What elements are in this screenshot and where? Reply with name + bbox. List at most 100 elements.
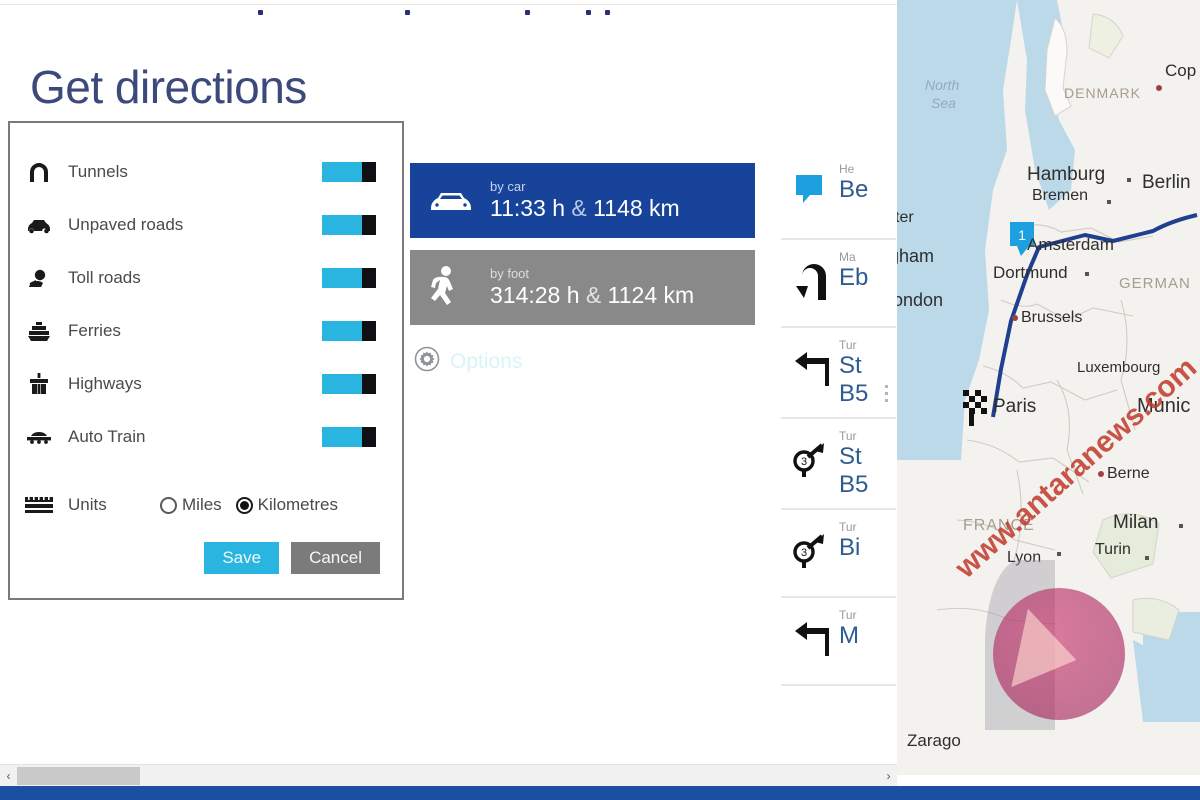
direction-street-secondary: B5 — [839, 470, 869, 498]
svg-text:Milan: Milan — [1113, 512, 1158, 533]
toggle-knob — [362, 426, 376, 447]
toggle-knob — [362, 373, 376, 394]
turn-left-icon — [781, 336, 839, 388]
clipped-dot — [525, 10, 530, 15]
svg-text:Paris: Paris — [993, 396, 1036, 417]
units-label: Units — [68, 495, 107, 514]
direction-street: M — [839, 622, 859, 650]
radio-label: Miles — [182, 495, 222, 514]
options-link[interactable]: Options — [414, 346, 522, 377]
direction-item[interactable]: He Be — [781, 152, 896, 240]
scrollbar-track[interactable] — [17, 765, 880, 787]
dialog-actions: Save Cancel — [204, 542, 380, 574]
svg-text:1: 1 — [1018, 227, 1026, 243]
radio-label: Kilometres — [257, 495, 338, 514]
save-button[interactable]: Save — [204, 542, 280, 574]
svg-text:Berlin: Berlin — [1142, 172, 1191, 193]
svg-text:Brussels: Brussels — [1021, 309, 1082, 326]
option-row-unpaved-roads[interactable]: Unpaved roads — [10, 198, 402, 251]
direction-kind: Ma — [839, 250, 856, 264]
travel-mode-separator: & — [585, 282, 602, 308]
svg-text:North: North — [925, 77, 959, 93]
toggle-unpaved-roads[interactable] — [322, 214, 376, 235]
scroll-right-arrow[interactable]: › — [880, 765, 897, 787]
direction-kind: Tur — [839, 429, 857, 444]
direction-kind: Tur — [839, 520, 857, 535]
svg-text:Lyon: Lyon — [1007, 549, 1041, 566]
svg-text:ondon: ondon — [897, 290, 943, 310]
travel-mode-name: by foot — [490, 266, 530, 281]
toggle-knob — [362, 267, 376, 288]
svg-text:GERMAN: GERMAN — [1119, 275, 1191, 292]
option-row-auto-train[interactable]: Auto Train — [10, 410, 402, 463]
svg-text:Cop: Cop — [1165, 61, 1196, 80]
radio-kilometres[interactable]: Kilometres — [235, 495, 338, 515]
svg-text:Amsterdam: Amsterdam — [1027, 235, 1114, 254]
clipped-dot — [586, 10, 591, 15]
svg-text:gham: gham — [897, 246, 934, 266]
app-window: Get directions Tunnels Unpaved roads Tol… — [0, 0, 1200, 800]
units-radio-group: Miles Kilometres — [160, 495, 338, 515]
travel-mode-foot[interactable]: by foot 314:28 h & 1124 km — [410, 250, 755, 325]
direction-street: Eb — [839, 264, 869, 291]
directions-list[interactable]: He Be Ma Eb Tur St B5 3 Tur St B5 3 Tur … — [781, 152, 896, 687]
car-icon — [10, 216, 68, 234]
toggle-knob — [362, 161, 376, 182]
travel-mode-car[interactable]: by car 11:33 h & 1148 km — [410, 163, 755, 238]
scrollbar-thumb[interactable] — [17, 766, 140, 785]
direction-street: St — [839, 352, 862, 379]
direction-text: Tur M — [839, 606, 859, 650]
car-icon — [428, 188, 490, 214]
radio-circle-selected — [235, 496, 253, 514]
toggle-toll-roads[interactable] — [322, 267, 376, 288]
direction-text: Tur St B5 — [839, 427, 868, 498]
direction-text: Tur Bi — [839, 518, 860, 562]
option-row-ferries[interactable]: Ferries — [10, 304, 402, 357]
ferry-icon — [10, 320, 68, 342]
direction-text: Tur St B5 — [839, 336, 868, 407]
travel-mode-separator: & — [571, 195, 587, 221]
direction-item[interactable]: 3 Tur Bi — [781, 510, 896, 599]
svg-text:Hamburg: Hamburg — [1027, 164, 1105, 185]
travel-mode-text: by car 11:33 h & 1148 km — [490, 179, 680, 222]
svg-text:DENMARK: DENMARK — [1064, 85, 1141, 101]
svg-text:Berne: Berne — [1107, 465, 1150, 482]
svg-text:Zarago: Zarago — [907, 731, 961, 750]
toggle-highways[interactable] — [322, 373, 376, 394]
map-canvas[interactable]: 1 North Sea DENMARK Cop Hamburg Bremen B… — [897, 0, 1200, 775]
cancel-button[interactable]: Cancel — [291, 542, 380, 574]
svg-text:Sea: Sea — [931, 95, 956, 111]
travel-mode-name: by car — [490, 179, 526, 194]
toll-icon — [10, 268, 68, 288]
scroll-left-arrow[interactable]: ‹ — [0, 765, 17, 787]
toggle-ferries[interactable] — [322, 320, 376, 341]
direction-item[interactable]: 3 Tur St B5 — [781, 419, 896, 511]
option-row-highways[interactable]: Highways — [10, 357, 402, 410]
start-flag-icon — [781, 160, 839, 210]
toggle-tunnels[interactable] — [322, 161, 376, 182]
option-row-tunnels[interactable]: Tunnels — [10, 145, 402, 198]
pedestrian-icon — [428, 265, 490, 311]
svg-text:ter: ter — [897, 209, 914, 226]
turn-left-icon — [781, 606, 839, 658]
panel-splitter-handle[interactable] — [885, 385, 888, 402]
radio-miles[interactable]: Miles — [160, 495, 222, 515]
travel-mode-summary: 314:28 h & 1124 km — [490, 282, 694, 309]
radio-circle — [160, 496, 177, 514]
option-row-toll-roads[interactable]: Toll roads — [10, 251, 402, 304]
horizontal-scrollbar[interactable]: ‹ › — [0, 764, 897, 786]
svg-text:3: 3 — [801, 456, 807, 468]
splitter-dot — [885, 385, 888, 388]
direction-text: He Be — [839, 160, 868, 204]
page-title: Get directions — [30, 61, 307, 113]
direction-street: Be — [839, 176, 869, 203]
direction-item[interactable]: Tur M — [781, 598, 896, 687]
direction-text: Ma Eb — [839, 248, 868, 292]
direction-item[interactable]: Ma Eb — [781, 240, 896, 328]
roundabout-3-icon: 3 — [781, 518, 839, 570]
svg-text:Bremen: Bremen — [1032, 187, 1088, 204]
toggle-auto-train[interactable] — [322, 426, 376, 447]
direction-item[interactable]: Tur St B5 — [781, 328, 896, 420]
clipped-dot — [605, 10, 610, 15]
auto-train-icon — [10, 429, 68, 445]
